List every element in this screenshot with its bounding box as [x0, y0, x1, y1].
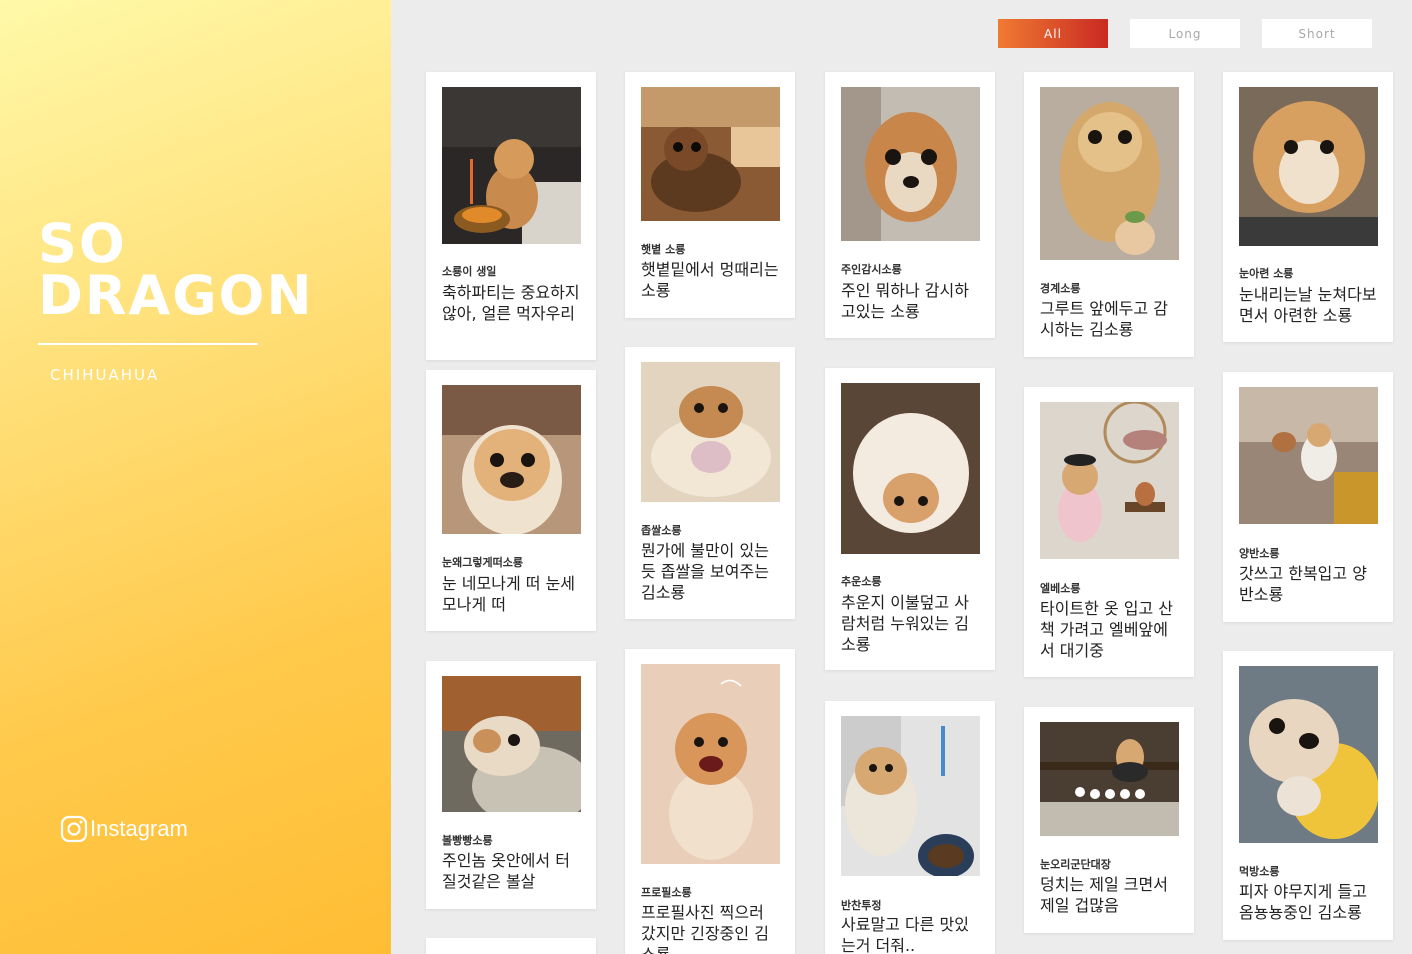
instagram-link[interactable]: Instagram	[60, 815, 188, 843]
photo-card[interactable]: 반찬투정 사료말고 다른 맛있는거 더줘..	[825, 701, 995, 954]
card-tag: 소룡이 생일	[442, 265, 497, 278]
dog-photo	[442, 676, 581, 812]
card-tag: 양반소룡	[1239, 547, 1280, 560]
card-tag: 주인감시소룡	[841, 263, 902, 276]
photo-card[interactable]	[426, 938, 596, 954]
sidebar: SO DRAGON CHIHUAHUA Instagram	[0, 0, 391, 954]
dog-photo	[641, 87, 780, 221]
photo-card[interactable]: 눈아련 소룡 눈내리는날 눈쳐다보면서 아련한 소룡	[1223, 72, 1393, 342]
card-description: 눈 네모나게 떠 눈세모나게 떠	[442, 574, 576, 614]
card-tag: 햇볕 소룡	[641, 243, 686, 256]
photo-card[interactable]: 프로필소룡 프로필사진 찍으러 갔지만 긴장중인 김소룡	[625, 649, 795, 954]
card-tag: 먹방소룡	[1239, 865, 1280, 878]
photo-card[interactable]: 주인감시소룡 주인 뭐하나 감시하고있는 소룡	[825, 72, 995, 338]
card-tag: 프로필소룡	[641, 886, 692, 899]
photo-card[interactable]: 먹방소룡 피자 야무지게 들고 옴뇽뇽중인 김소룡	[1223, 651, 1393, 940]
card-tag: 경계소룡	[1040, 282, 1081, 295]
card-tag: 눈왜그렇게떠소룡	[442, 556, 523, 569]
photo-card[interactable]: 햇볕 소룡 햇볕밑에서 멍때리는 소룡	[625, 72, 795, 318]
photo-card[interactable]: 추운소룡 추운지 이불덮고 사람처럼 누워있는 김소룡	[825, 368, 995, 670]
card-description: 뭔가에 불만이 있는듯 좁쌀을 보여주는 김소룡	[641, 541, 769, 602]
card-description: 주인놈 옷안에서 터질것같은 볼살	[442, 851, 570, 891]
card-description: 눈내리는날 눈쳐다보면서 아련한 소룡	[1239, 285, 1377, 325]
dog-photo	[1040, 87, 1179, 260]
photo-card[interactable]: 눈오리군단대장 덩치는 제일 크면서 제일 겁많음	[1024, 707, 1194, 933]
photo-card[interactable]: 눈왜그렇게떠소룡 눈 네모나게 떠 눈세모나게 떠	[426, 370, 596, 631]
card-tag: 반찬투정	[841, 899, 882, 912]
card-description: 그루트 앞에두고 감시하는 김소룡	[1040, 299, 1168, 339]
logo-line-2: DRAGON	[38, 264, 314, 327]
card-description: 축하파티는 중요하지 않아, 얼른 먹자우리	[442, 283, 580, 323]
dog-photo	[1239, 387, 1378, 524]
card-description: 주인 뭐하나 감시하고있는 소룡	[841, 281, 969, 321]
card-description: 타이트한 옷 입고 산책 가려고 엘베앞에서 대기중	[1040, 599, 1174, 660]
instagram-label: Instagram	[90, 816, 188, 841]
instagram-icon	[60, 815, 88, 843]
dog-photo	[442, 87, 581, 244]
card-tag: 엘베소룡	[1040, 582, 1081, 595]
photo-card[interactable]: 경계소룡 그루트 앞에두고 감시하는 김소룡	[1024, 72, 1194, 357]
site-subtitle: CHIHUAHUA	[50, 366, 160, 384]
dog-photo	[1040, 402, 1179, 559]
filter-all-button[interactable]: All	[998, 19, 1108, 48]
card-description: 햇볕밑에서 멍때리는 소룡	[641, 260, 779, 300]
dog-photo	[641, 362, 780, 502]
photo-card[interactable]: 양반소룡 갓쓰고 한복입고 양반소룡	[1223, 372, 1393, 622]
card-description: 덩치는 제일 크면서 제일 겁많음	[1040, 875, 1168, 915]
photo-card[interactable]: 볼빵빵소룡 주인놈 옷안에서 터질것같은 볼살	[426, 661, 596, 909]
card-tag: 추운소룡	[841, 575, 882, 588]
card-tag: 눈오리군단대장	[1040, 858, 1111, 871]
dog-photo	[841, 716, 980, 876]
dog-photo	[442, 385, 581, 534]
dog-photo	[1239, 666, 1378, 843]
dog-photo	[841, 87, 980, 241]
card-description: 피자 야무지게 들고 옴뇽뇽중인 김소룡	[1239, 882, 1367, 922]
photo-card[interactable]: 좁쌀소룡 뭔가에 불만이 있는듯 좁쌀을 보여주는 김소룡	[625, 347, 795, 619]
dog-photo	[841, 383, 980, 554]
photo-card[interactable]: 소룡이 생일 축하파티는 중요하지 않아, 얼른 먹자우리	[426, 72, 596, 360]
logo-line-1: SO	[38, 212, 127, 275]
card-tag: 좁쌀소룡	[641, 524, 682, 537]
filter-short-button[interactable]: Short	[1262, 19, 1372, 48]
card-description: 갓쓰고 한복입고 양반소룡	[1239, 564, 1367, 604]
card-tag: 볼빵빵소룡	[442, 834, 493, 847]
logo-divider	[38, 343, 258, 345]
dog-photo	[1239, 87, 1378, 246]
card-description: 프로필사진 찍으러 갔지만 긴장중인 김소룡	[641, 903, 769, 954]
filter-long-button[interactable]: Long	[1130, 19, 1240, 48]
card-description: 추운지 이불덮고 사람처럼 누워있는 김소룡	[841, 593, 969, 654]
card-tag: 눈아련 소룡	[1239, 267, 1294, 280]
photo-card[interactable]: 엘베소룡 타이트한 옷 입고 산책 가려고 엘베앞에서 대기중	[1024, 387, 1194, 677]
card-description: 사료말고 다른 맛있는거 더줘..	[841, 915, 969, 954]
dog-photo	[641, 664, 780, 864]
dog-photo	[1040, 722, 1179, 836]
site-logo[interactable]: SO DRAGON	[38, 212, 314, 327]
